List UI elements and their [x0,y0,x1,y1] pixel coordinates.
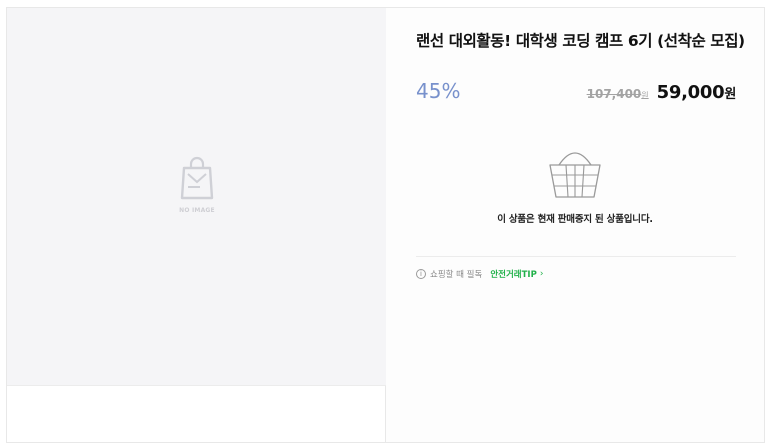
no-image-label: NO IMAGE [179,207,215,214]
discount-rate: 45% [416,79,461,103]
safe-trade-tip-link[interactable]: 안전거래TIP [490,268,536,280]
shopping-bag-icon [172,156,222,202]
divider [416,256,736,257]
sale-price-unit: 원 [724,87,736,102]
product-title: 랜선 대외활동! 대학생 코딩 캠프 6기 (선착순 모집) [416,32,745,50]
product-info-panel: 랜선 대외활동! 대학생 코딩 캠프 6기 (선착순 모집) 45% 107,4… [386,8,764,442]
original-price: 107,400원 [587,87,649,101]
sale-price-value: 59,000 [656,82,725,103]
tip-text: 쇼핑할 때 필독 [430,270,483,280]
sold-out-notice: 이 상품은 현재 판매중지 된 상품입니다. [386,145,764,225]
product-image: NO IMAGE [7,8,386,386]
no-image-placeholder: NO IMAGE [172,156,222,214]
price-row: 107,400원 59,000원 [587,82,737,103]
original-price-value: 107,400 [586,87,642,101]
chevron-right-icon[interactable]: › [540,269,544,279]
original-price-unit: 원 [641,91,649,100]
safe-trade-tip: i 쇼핑할 때 필독 안전거래TIP › [416,268,543,280]
product-image-panel: NO IMAGE [7,8,386,442]
sold-out-message: 이 상품은 현재 판매중지 된 상품입니다. [497,214,653,225]
basket-icon [386,145,764,199]
product-frame: NO IMAGE 랜선 대외활동! 대학생 코딩 캠프 6기 (선착순 모집) … [6,7,765,443]
info-icon: i [416,269,426,279]
sale-price: 59,000원 [656,82,737,103]
